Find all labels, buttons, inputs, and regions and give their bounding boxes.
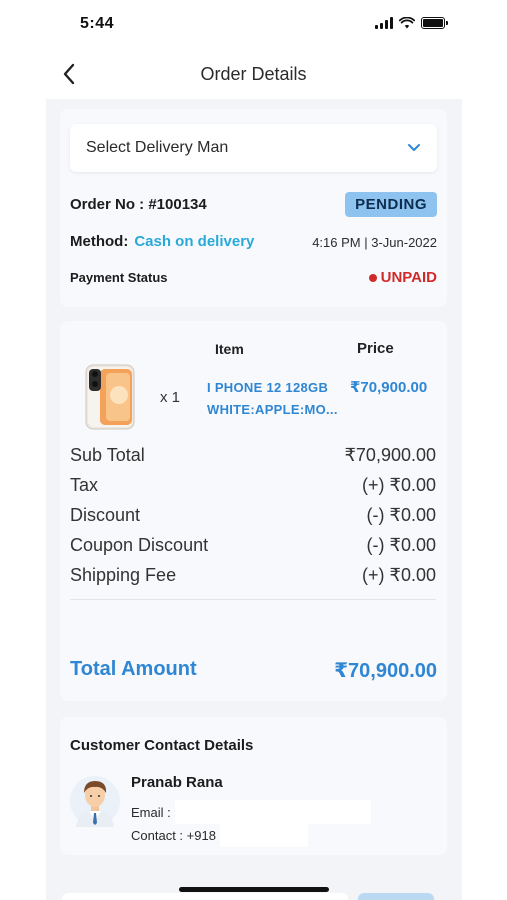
chevron-down-icon: [408, 144, 420, 151]
summary-row-coupon-discount: Coupon Discount (-) ₹0.00: [70, 535, 436, 556]
payment-status-value: UNPAID: [368, 269, 437, 286]
page-title: Order Details: [200, 64, 307, 84]
order-info-card: Select Delivery Man Order No : #100134 P…: [60, 109, 447, 307]
cellular-signal-icon: [375, 17, 393, 29]
order-datetime: 4:16 PM | 3-Jun-2022: [312, 234, 437, 250]
bottom-action-button[interactable]: [358, 893, 434, 900]
status-icons: [375, 17, 448, 29]
summary-row-shipping-fee: Shipping Fee (+) ₹0.00: [70, 565, 436, 586]
status-time: 5:44: [80, 15, 115, 32]
customer-email-row: Email :: [131, 800, 371, 824]
status-bar: 5:44: [0, 0, 507, 50]
app-header: Order Details: [0, 52, 507, 96]
product-image: [85, 364, 135, 430]
summary-divider: [70, 599, 436, 600]
summary-value: ₹70,900.00: [344, 445, 436, 465]
customer-contact-redacted: [219, 823, 308, 847]
summary-value: (-) ₹0.00: [366, 535, 436, 555]
bottom-input-field[interactable]: [62, 893, 348, 900]
customer-email-redacted: [174, 800, 371, 824]
item-name[interactable]: I PHONE 12 128GB WHITE:APPLE:MO...: [207, 377, 339, 421]
summary-value: (+) ₹0.00: [362, 565, 436, 585]
summary-label: Tax: [70, 475, 99, 495]
item-price: ₹70,900.00: [350, 379, 428, 396]
delivery-man-select[interactable]: Select Delivery Man: [70, 124, 437, 172]
method-value: Cash on delivery: [134, 233, 255, 250]
customer-name: Pranab Rana: [131, 774, 223, 791]
total-amount-value: ₹70,900.00: [334, 660, 437, 682]
unpaid-text: UNPAID: [380, 269, 437, 286]
customer-contact-card: Customer Contact Details Pranab Rana Ema…: [60, 717, 447, 855]
status-badge: PENDING: [345, 192, 437, 217]
payment-status-label: Payment Status: [70, 270, 168, 285]
summary-label: Coupon Discount: [70, 535, 209, 555]
order-content[interactable]: Select Delivery Man Order No : #100134 P…: [46, 99, 462, 900]
item-column-header: Item: [215, 341, 244, 357]
summary-value: (+) ₹0.00: [362, 475, 436, 495]
unpaid-dot-icon: [368, 273, 377, 282]
wifi-icon: [399, 17, 415, 29]
summary-row-subtotal: Sub Total ₹70,900.00: [70, 445, 436, 466]
order-number-row: Order No : #100134 PENDING: [70, 192, 437, 217]
customer-contact-title: Customer Contact Details: [70, 737, 254, 754]
order-method-row: Method: Cash on delivery 4:16 PM | 3-Jun-…: [70, 233, 437, 251]
payment-status-row: Payment Status UNPAID: [70, 269, 437, 286]
customer-avatar: [70, 776, 120, 827]
order-number: Order No : #100134: [70, 196, 207, 213]
method-label: Method:: [70, 233, 129, 250]
order-items-card: Item Price x 1 I PHONE 12 128GB WHITE:AP…: [60, 321, 447, 701]
item-quantity: x 1: [160, 389, 181, 406]
customer-contact-label: Contact : +918: [131, 827, 216, 843]
item-name-line2: WHITE:APPLE:MO...: [207, 402, 338, 417]
customer-contact-row: Contact : +918: [131, 823, 308, 847]
summary-value: (-) ₹0.00: [366, 505, 436, 525]
summary-label: Discount: [70, 505, 141, 525]
total-amount-label: Total Amount: [70, 658, 197, 680]
summary-label: Shipping Fee: [70, 565, 177, 585]
price-column-header: Price: [357, 340, 394, 357]
battery-icon: [421, 17, 448, 29]
summary-row-tax: Tax (+) ₹0.00: [70, 475, 436, 496]
customer-email-label: Email :: [131, 804, 171, 820]
delivery-select-label: Select Delivery Man: [86, 139, 229, 156]
item-name-line1: I PHONE 12 128GB: [207, 380, 329, 395]
home-indicator: [179, 887, 329, 892]
summary-row-discount: Discount (-) ₹0.00: [70, 505, 436, 526]
summary-label: Sub Total: [70, 445, 145, 465]
